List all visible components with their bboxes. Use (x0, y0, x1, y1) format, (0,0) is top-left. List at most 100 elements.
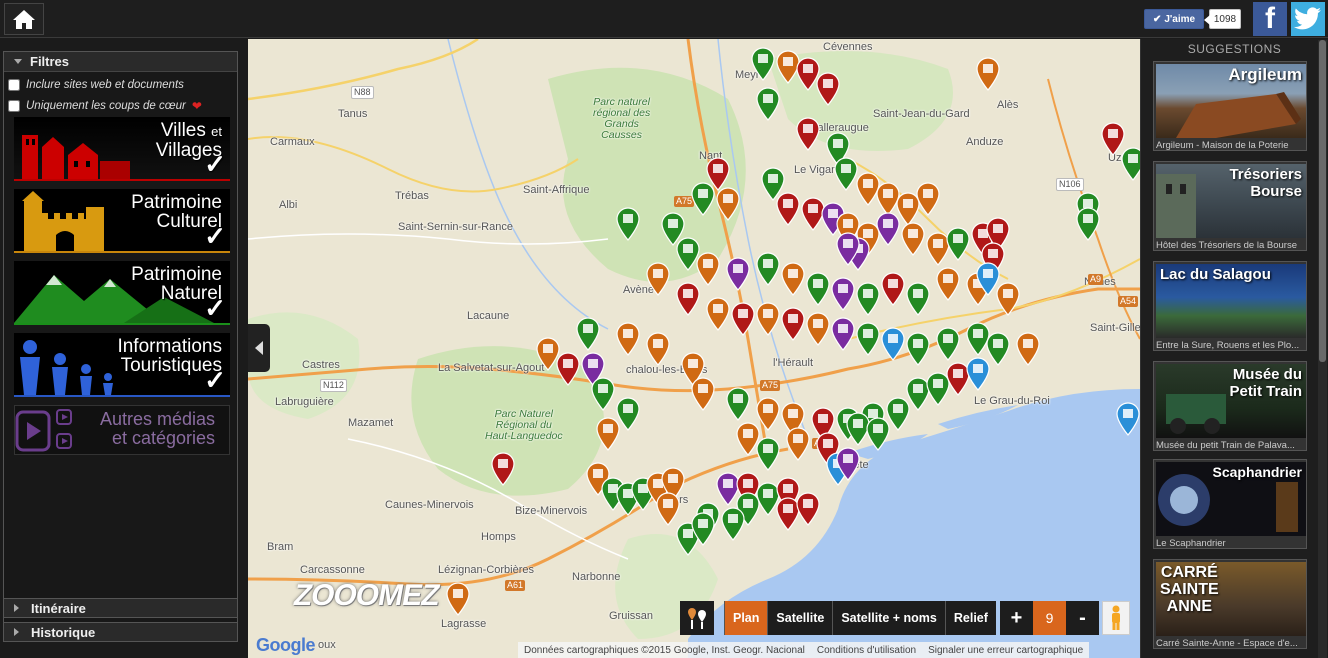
map-pin-icon (796, 492, 820, 526)
map-marker[interactable] (750, 47, 776, 81)
map-marker[interactable] (725, 257, 751, 291)
suggestion-item[interactable]: Argileum Argileum - Maison de la Poterie (1153, 61, 1307, 151)
street-view-button[interactable] (1102, 601, 1130, 635)
map-label-carmaux: Carmaux (270, 136, 315, 148)
map-marker[interactable] (905, 332, 931, 366)
report-error-link[interactable]: Signaler une erreur cartographique (928, 645, 1083, 656)
castle-icon (22, 191, 104, 251)
sidebar-collapse-button[interactable] (248, 324, 270, 372)
map-marker[interactable] (835, 447, 861, 481)
map-marker[interactable] (645, 262, 671, 296)
itinerary-panel-header[interactable]: Itinéraire (3, 598, 238, 618)
map-marker[interactable] (795, 117, 821, 151)
map-marker[interactable] (855, 322, 881, 356)
map-marker[interactable] (785, 427, 811, 461)
map-type-plan[interactable]: Plan (724, 601, 768, 635)
home-button[interactable] (4, 3, 44, 35)
map-type-satellite[interactable]: Satellite (767, 601, 833, 635)
map-marker[interactable] (755, 302, 781, 336)
suggestion-item[interactable]: CARRÉ SAINTE ANNE Carré Sainte-Anne - Es… (1153, 559, 1307, 649)
map-marker[interactable] (715, 187, 741, 221)
map-marker[interactable] (815, 72, 841, 106)
map-marker[interactable] (795, 492, 821, 526)
map-marker[interactable] (755, 437, 781, 471)
map-type-relief[interactable]: Relief (944, 601, 996, 635)
map-marker[interactable] (965, 357, 991, 391)
map-marker[interactable] (695, 252, 721, 286)
map-marker[interactable] (575, 317, 601, 351)
map-marker[interactable] (835, 232, 861, 266)
only-favorites-checkbox[interactable] (8, 99, 20, 112)
map-marker[interactable] (880, 327, 906, 361)
suggestion-item[interactable]: Lac du Salagou Entre la Sure, Rouens et … (1153, 261, 1307, 351)
map-marker[interactable] (900, 222, 926, 256)
map-marker[interactable] (690, 377, 716, 411)
map-marker[interactable] (905, 282, 931, 316)
map-marker[interactable] (705, 297, 731, 331)
map-marker[interactable] (880, 272, 906, 306)
map-marker[interactable] (830, 317, 856, 351)
filters-header[interactable]: Filtres (4, 52, 237, 72)
map-marker[interactable] (805, 312, 831, 346)
facebook-like-button[interactable]: ✔ J'aime (1144, 9, 1204, 29)
facebook-button[interactable]: f (1253, 2, 1287, 36)
map-marker[interactable] (690, 512, 716, 546)
category-informations-touristiques[interactable]: Informations Touristiques ✓ (14, 333, 230, 397)
map-marker[interactable] (445, 582, 471, 616)
only-favorites-option[interactable]: Uniquement les coups de cœur ❤ (4, 95, 237, 116)
scrollbar-thumb[interactable] (1319, 40, 1326, 362)
map-marker[interactable] (975, 262, 1001, 296)
map-marker[interactable] (655, 492, 681, 526)
map-marker[interactable] (690, 182, 716, 216)
category-patrimoine-naturel[interactable]: Patrimoine Naturel ✓ (14, 261, 230, 325)
zoom-in-button[interactable]: + (1000, 601, 1033, 635)
terms-link[interactable]: Conditions d'utilisation (817, 645, 916, 656)
suggestion-item[interactable]: Trésoriers Bourse Hôtel des Trésoriers d… (1153, 161, 1307, 251)
category-patrimoine-culturel[interactable]: Patrimoine Culturel ✓ (14, 189, 230, 253)
zoom-out-button[interactable]: - (1066, 601, 1099, 635)
map-marker[interactable] (615, 322, 641, 356)
include-web-option[interactable]: Inclure sites web et documents (4, 74, 237, 95)
markers-toggle-button[interactable] (680, 601, 714, 635)
map-marker[interactable] (725, 387, 751, 421)
map-marker[interactable] (915, 182, 941, 216)
history-panel-header[interactable]: Historique (3, 622, 238, 642)
map-marker[interactable] (935, 267, 961, 301)
map-marker[interactable] (555, 352, 581, 386)
map-marker[interactable] (875, 212, 901, 246)
map-marker[interactable] (590, 377, 616, 411)
map-marker[interactable] (1120, 147, 1140, 181)
map-marker[interactable] (645, 332, 671, 366)
village-icon (22, 135, 130, 179)
map-marker[interactable] (935, 327, 961, 361)
suggestion-item[interactable]: Scaphandrier Le Scaphandrier (1153, 459, 1307, 549)
include-web-checkbox[interactable] (8, 78, 20, 91)
map-marker[interactable] (755, 252, 781, 286)
map-marker[interactable] (490, 452, 516, 486)
map-marker[interactable] (1075, 207, 1101, 241)
map-type-satellite-labels[interactable]: Satellite + noms (832, 601, 945, 635)
map-marker[interactable] (730, 302, 756, 336)
map-marker[interactable] (865, 417, 891, 451)
map-marker[interactable] (780, 307, 806, 341)
map-view[interactable]: Tanus Carmaux Albi Trébas Saint-Affrique… (248, 39, 1140, 658)
twitter-button[interactable] (1291, 2, 1325, 36)
map-marker[interactable] (975, 57, 1001, 91)
map-marker[interactable] (675, 282, 701, 316)
map-marker[interactable] (830, 277, 856, 311)
map-marker[interactable] (720, 507, 746, 541)
map-marker[interactable] (855, 282, 881, 316)
category-villes-villages[interactable]: Villes et Villages ✓ (14, 117, 230, 181)
map-marker[interactable] (805, 272, 831, 306)
suggestion-item[interactable]: Musée du Petit Train Musée du petit Trai… (1153, 361, 1307, 451)
suggestions-scrollbar[interactable] (1318, 40, 1327, 658)
map-marker[interactable] (755, 87, 781, 121)
map-marker[interactable] (1015, 332, 1041, 366)
map-marker[interactable] (775, 192, 801, 226)
map-marker[interactable] (595, 417, 621, 451)
category-autres-medias[interactable]: Autres médias et catégories (14, 405, 230, 455)
map-marker[interactable] (945, 227, 971, 261)
map-marker[interactable] (1115, 402, 1140, 436)
map-marker[interactable] (615, 207, 641, 241)
map-marker[interactable] (780, 262, 806, 296)
